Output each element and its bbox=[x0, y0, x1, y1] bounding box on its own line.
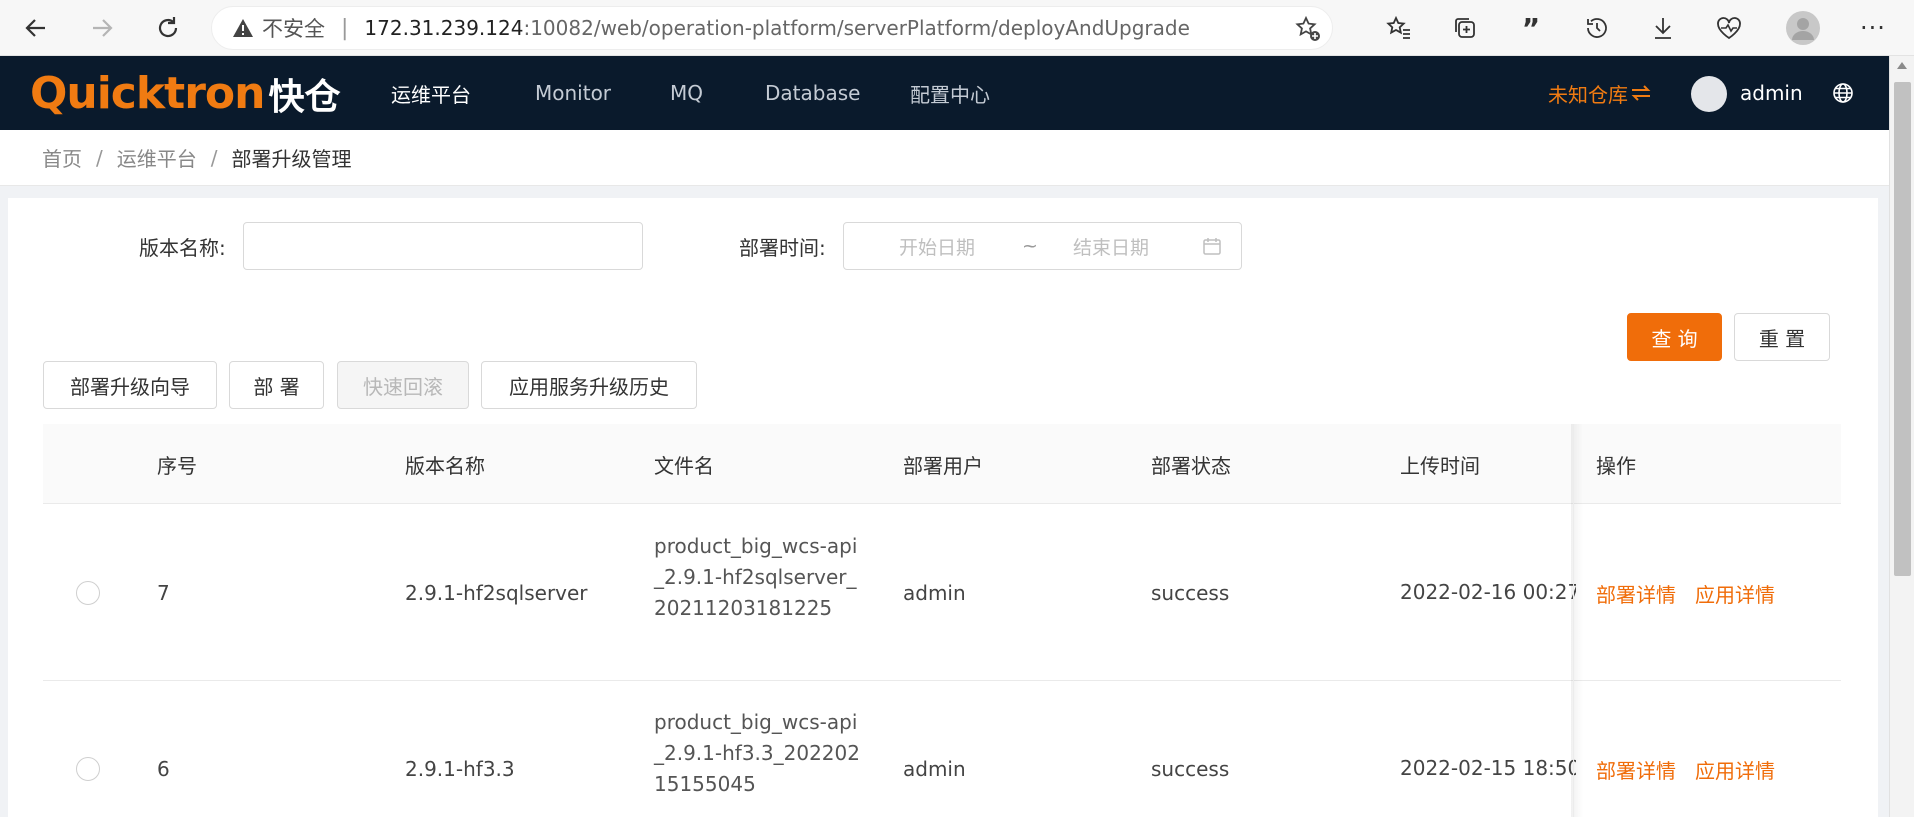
reload-button[interactable] bbox=[150, 10, 186, 46]
start-date-placeholder[interactable]: 开始日期 bbox=[899, 233, 975, 260]
language-button[interactable] bbox=[1832, 82, 1854, 108]
warehouse-label: 未知仓库 bbox=[1548, 82, 1628, 107]
quicktron-logo[interactable]: Quicktron 快仓 bbox=[30, 72, 340, 119]
column-header-status: 部署状态 bbox=[1151, 453, 1231, 478]
cell-file: product_big_wcs-api_2.9.1-hf2sqlserver_2… bbox=[654, 534, 858, 620]
url-text: 172.31.239.124:10082/web/operation-platf… bbox=[364, 16, 1190, 40]
breadcrumb-ops-platform[interactable]: 运维平台 bbox=[117, 143, 197, 172]
cell-upload-time: 2022-02-15 18:50:45 bbox=[1400, 756, 1576, 780]
insecure-label: 不安全 bbox=[262, 17, 325, 41]
column-header-file: 文件名 bbox=[654, 453, 714, 478]
downloads-button[interactable] bbox=[1645, 10, 1681, 46]
browser-toolbar: 不安全 | 172.31.239.124:10082/web/operation… bbox=[0, 0, 1914, 56]
version-name-input[interactable] bbox=[243, 222, 643, 270]
cell-status: success bbox=[1151, 581, 1230, 605]
history-button[interactable] bbox=[1579, 10, 1615, 46]
security-warning[interactable]: 不安全 bbox=[232, 13, 325, 43]
forward-button[interactable] bbox=[84, 10, 120, 46]
column-header-upload-time: 上传时间 bbox=[1400, 453, 1480, 478]
nav-mq[interactable]: MQ bbox=[670, 56, 703, 130]
star-add-icon bbox=[1295, 15, 1320, 41]
url-divider: | bbox=[341, 15, 349, 41]
deploy-time-label: 部署时间: bbox=[739, 235, 826, 260]
quote-button[interactable]: ” bbox=[1513, 10, 1549, 46]
history-clock-icon bbox=[1587, 18, 1607, 38]
deploy-time-range-picker[interactable]: 开始日期 ~ 结束日期 bbox=[843, 222, 1242, 270]
deploy-detail-link[interactable]: 部署详情 bbox=[1596, 579, 1676, 608]
column-header-user: 部署用户 bbox=[903, 453, 983, 478]
cell-seq: 6 bbox=[157, 757, 170, 781]
calendar-icon bbox=[1203, 238, 1221, 255]
deploy-detail-link[interactable]: 部署详情 bbox=[1596, 755, 1676, 784]
nav-monitor[interactable]: Monitor bbox=[535, 56, 611, 130]
app-detail-link[interactable]: 应用详情 bbox=[1695, 755, 1775, 784]
cell-file: product_big_wcs-api_2.9.1-hf3.3_20220215… bbox=[654, 710, 860, 796]
upgrade-history-button[interactable]: 应用服务升级历史 bbox=[481, 361, 697, 409]
nav-ops-platform[interactable]: 运维平台 bbox=[391, 56, 471, 130]
cell-version: 2.9.1-hf2sqlserver bbox=[405, 581, 588, 605]
warehouse-switcher[interactable]: 未知仓库 bbox=[1548, 56, 1652, 130]
more-menu-button[interactable]: ··· bbox=[1855, 10, 1891, 46]
profile-button[interactable] bbox=[1785, 10, 1821, 46]
deploy-button[interactable]: 部 署 bbox=[229, 361, 324, 409]
favorites-button[interactable] bbox=[1381, 10, 1417, 46]
reload-icon bbox=[158, 17, 178, 38]
download-icon bbox=[1655, 18, 1671, 39]
collections-button[interactable] bbox=[1447, 10, 1483, 46]
cell-user: admin bbox=[903, 581, 966, 605]
address-bar[interactable]: 不安全 | 172.31.239.124:10082/web/operation… bbox=[211, 6, 1333, 50]
favorites-icon bbox=[1386, 15, 1410, 39]
breadcrumb-separator: / bbox=[96, 145, 103, 170]
app-header: Quicktron 快仓 运维平台 Monitor MQ Database 配置… bbox=[0, 56, 1889, 130]
deploy-wizard-button[interactable]: 部署升级向导 bbox=[43, 361, 217, 409]
user-avatar[interactable] bbox=[1691, 76, 1727, 112]
health-button[interactable] bbox=[1711, 10, 1747, 46]
heart-pulse-icon bbox=[1717, 17, 1741, 40]
scroll-thumb[interactable] bbox=[1894, 82, 1911, 576]
quick-rollback-button[interactable]: 快速回滚 bbox=[337, 361, 469, 409]
reset-button[interactable]: 重 置 bbox=[1734, 313, 1830, 361]
ellipsis-icon: ··· bbox=[1860, 14, 1886, 42]
scroll-up-arrow-icon[interactable] bbox=[1897, 62, 1907, 69]
date-separator: ~ bbox=[1022, 235, 1038, 257]
cell-upload-time: 2022-02-16 00:27:25 bbox=[1400, 580, 1576, 604]
app-detail-link[interactable]: 应用详情 bbox=[1695, 579, 1775, 608]
cell-status: success bbox=[1151, 757, 1230, 781]
user-name[interactable]: admin bbox=[1740, 56, 1803, 130]
row-select-radio[interactable] bbox=[76, 757, 100, 781]
warning-triangle-icon bbox=[233, 19, 253, 37]
breadcrumb-home[interactable]: 首页 bbox=[42, 143, 82, 172]
back-button[interactable] bbox=[18, 10, 54, 46]
globe-icon bbox=[1833, 83, 1853, 103]
column-header-version: 版本名称 bbox=[405, 453, 485, 478]
cell-seq: 7 bbox=[157, 581, 170, 605]
row-select-radio[interactable] bbox=[76, 581, 100, 605]
breadcrumb-current: 部署升级管理 bbox=[231, 147, 352, 171]
forward-arrow-icon bbox=[93, 19, 113, 37]
add-favorite-button[interactable] bbox=[1294, 15, 1322, 47]
cell-user: admin bbox=[903, 757, 966, 781]
cell-version: 2.9.1-hf3.3 bbox=[405, 757, 515, 781]
breadcrumb-separator: / bbox=[210, 145, 218, 170]
back-arrow-icon bbox=[25, 19, 45, 37]
profile-avatar-icon bbox=[1786, 11, 1820, 45]
vertical-scrollbar[interactable] bbox=[1889, 56, 1914, 817]
collections-icon bbox=[1455, 18, 1475, 38]
quote-icon: ” bbox=[1521, 11, 1541, 45]
switch-icon bbox=[1631, 85, 1651, 101]
query-button[interactable]: 查 询 bbox=[1627, 313, 1722, 361]
nav-database[interactable]: Database bbox=[765, 56, 860, 130]
nav-config-center[interactable]: 配置中心 bbox=[910, 56, 990, 130]
end-date-placeholder[interactable]: 结束日期 bbox=[1073, 233, 1149, 260]
breadcrumb: 首页 / 运维平台 / 部署升级管理 bbox=[0, 130, 1889, 186]
version-name-label: 版本名称: bbox=[139, 235, 226, 260]
column-header-seq: 序号 bbox=[157, 453, 197, 478]
